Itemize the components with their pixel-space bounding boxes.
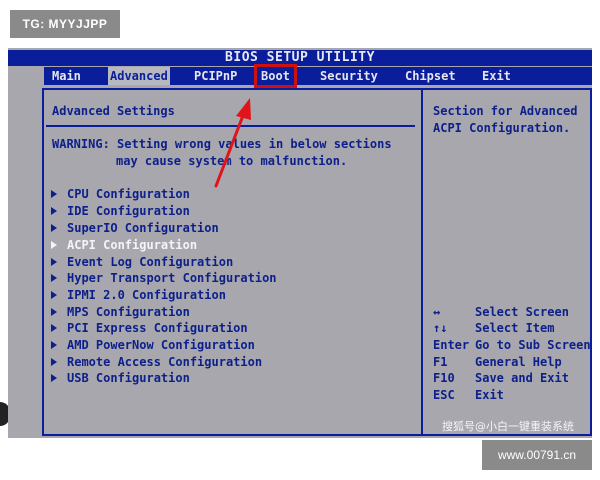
key-desc-f1: General Help: [475, 355, 562, 369]
key-desc-f10: Save and Exit: [475, 371, 569, 385]
entry-label: Event Log Configuration: [67, 255, 234, 269]
submenu-arrow-icon: [51, 308, 57, 316]
submenu-arrow-icon: [51, 324, 57, 332]
entry-label: CPU Configuration: [67, 187, 190, 201]
menu-advanced[interactable]: Advanced: [108, 67, 170, 85]
submenu-arrow-icon: [51, 241, 57, 249]
entry-label: PCI Express Configuration: [67, 321, 248, 335]
submenu-arrow-icon: [51, 341, 57, 349]
submenu-arrow-icon: [51, 358, 57, 366]
watermark-top: TG: MYYJJPP: [10, 10, 120, 38]
menu-exit[interactable]: Exit: [482, 67, 511, 85]
menu-security[interactable]: Security: [320, 67, 378, 85]
watermark-bottom: www.00791.cn: [482, 440, 592, 470]
caption-watermark: 搜狐号@小白一键重装系统: [442, 420, 574, 433]
submenu-arrow-icon: [51, 207, 57, 215]
key-select-screen: ↔: [433, 305, 441, 319]
entry-label: USB Configuration: [67, 371, 190, 385]
key-desc-esc: Exit: [475, 388, 504, 402]
entry-label: AMD PowerNow Configuration: [67, 338, 255, 352]
submenu-arrow-icon: [51, 374, 57, 382]
bios-title: BIOS SETUP UTILITY: [8, 50, 592, 66]
heading-underline: [46, 125, 415, 127]
submenu-arrow-icon: [51, 274, 57, 282]
menu-main[interactable]: Main: [52, 67, 81, 85]
entry-label: Hyper Transport Configuration: [67, 271, 277, 285]
key-desc-enter: Go to Sub Screen: [475, 338, 591, 352]
bios-menu-bar: Main Advanced PCIPnP Boot Security Chips…: [44, 64, 592, 88]
menu-boot[interactable]: Boot: [254, 64, 297, 88]
key-select-item: ↑↓: [433, 321, 448, 335]
key-desc-select-item: Select Item: [475, 321, 555, 335]
key-esc: ESC: [433, 388, 455, 402]
warning-line-2: may cause system to malfunction.: [116, 154, 348, 168]
entry-label: ACPI Configuration: [67, 238, 198, 252]
entry-label: IPMI 2.0 Configuration: [67, 288, 226, 302]
key-f10: F10: [433, 371, 455, 385]
bios-screen: BIOS SETUP UTILITY Main Advanced PCIPnP …: [8, 48, 592, 438]
menu-chipset[interactable]: Chipset: [405, 67, 456, 85]
help-text-line-2: ACPI Configuration.: [433, 121, 571, 135]
submenu-arrow-icon: [51, 258, 57, 266]
panel-divider: [421, 88, 423, 436]
entry-label: Remote Access Configuration: [67, 355, 263, 369]
key-desc-select-screen: Select Screen: [475, 305, 569, 319]
panel-heading: Advanced Settings: [52, 104, 175, 118]
entry-label: SuperIO Configuration: [67, 221, 219, 235]
entry-label: MPS Configuration: [67, 305, 190, 319]
help-text-line-1: Section for Advanced: [433, 104, 578, 118]
submenu-arrow-icon: [51, 224, 57, 232]
key-enter: Enter: [433, 338, 470, 352]
submenu-arrow-icon: [51, 291, 57, 299]
submenu-arrow-icon: [51, 190, 57, 198]
entry-label: IDE Configuration: [67, 204, 190, 218]
menu-pcipnp[interactable]: PCIPnP: [194, 67, 237, 85]
key-f1: F1: [433, 355, 448, 369]
warning-line-1: WARNING: Setting wrong values in below s…: [52, 137, 392, 151]
